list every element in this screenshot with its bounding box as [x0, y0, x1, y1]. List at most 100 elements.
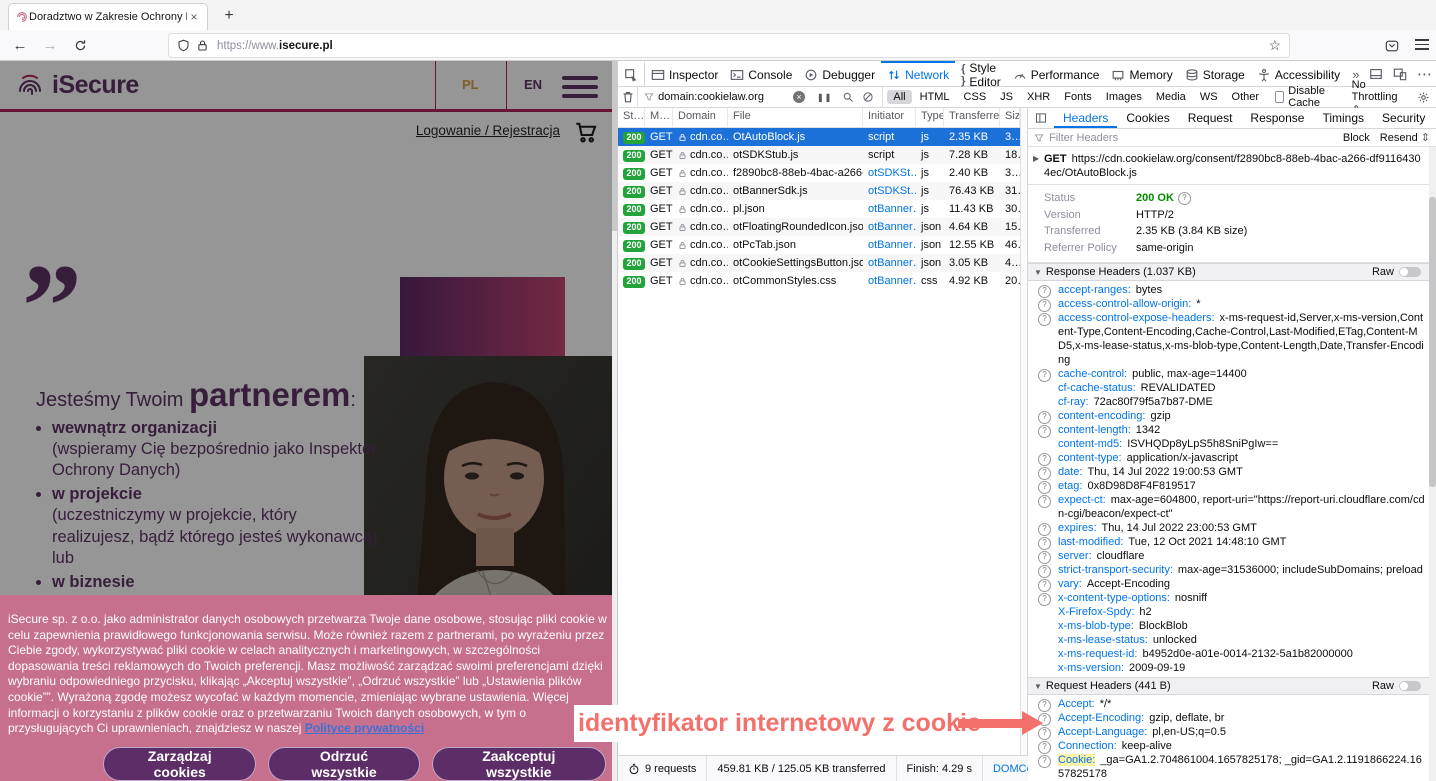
initiator-cell[interactable]: otBanner…	[868, 203, 916, 215]
network-request-row[interactable]: 200 GET cdn.co… otSDKStub.js script js 7…	[618, 146, 1020, 164]
page-scrollbar[interactable]	[612, 61, 617, 781]
initiator-cell[interactable]: otBanner…	[868, 239, 916, 251]
collapse-caret-icon[interactable]	[1034, 268, 1042, 277]
network-request-row[interactable]: 200 GET cdn.co… OtAutoBlock.js script js…	[618, 128, 1020, 146]
details-tab-security[interactable]: Security	[1373, 108, 1434, 128]
details-tab-response[interactable]: Response	[1241, 108, 1313, 128]
help-icon[interactable]	[1038, 313, 1051, 326]
help-icon[interactable]	[1038, 467, 1051, 480]
reload-button[interactable]	[68, 34, 92, 58]
initiator-cell[interactable]: otSDKSt…	[868, 167, 916, 179]
type-filter-pill[interactable]: HTML	[914, 90, 956, 104]
type-filter-pill[interactable]: WS	[1194, 90, 1224, 104]
details-tab-cookies[interactable]: Cookies	[1117, 108, 1178, 128]
disable-cache-checkbox[interactable]: Disable Cache	[1275, 85, 1340, 109]
cookie-consent-button[interactable]: Zaakceptuj wszystkie	[432, 747, 606, 781]
tab-close-icon[interactable]	[187, 10, 201, 24]
type-filter-pill[interactable]: All	[887, 90, 911, 104]
response-headers-section[interactable]: Response Headers (1.037 KB) Raw	[1028, 263, 1429, 281]
initiator-cell[interactable]: otBanner…	[868, 275, 916, 287]
type-filter-pill[interactable]: XHR	[1021, 90, 1056, 104]
details-tab-request[interactable]: Request	[1179, 108, 1242, 128]
network-request-row[interactable]: 200 GET cdn.co… pl.json otBanner… js 11.…	[618, 200, 1020, 218]
search-icon[interactable]	[838, 91, 858, 103]
resend-button[interactable]: Resend	[1380, 131, 1430, 144]
type-filter-pill[interactable]: Images	[1100, 90, 1148, 104]
help-icon[interactable]	[1178, 192, 1191, 205]
network-columns-header[interactable]: St…M… DomainFile InitiatorType Transferr…	[618, 108, 1020, 128]
network-request-row[interactable]: 200 GET cdn.co… otFloatingRoundedIcon.js…	[618, 218, 1020, 236]
request-url-line[interactable]: GEThttps://cdn.cookielaw.org/consent/f28…	[1028, 147, 1429, 185]
initiator-cell[interactable]: otSDKSt…	[868, 185, 916, 197]
cookie-consent-button[interactable]: Odrzuć wszystkie	[268, 747, 419, 781]
type-filter-pill[interactable]: Media	[1150, 90, 1192, 104]
details-tab-headers[interactable]: Headers	[1054, 108, 1117, 128]
help-icon[interactable]	[1038, 537, 1051, 550]
network-settings-gear-icon[interactable]	[1417, 91, 1430, 104]
cookie-consent-button[interactable]: Zarządzaj cookies	[103, 747, 256, 781]
app-menu-icon[interactable]	[1412, 36, 1432, 56]
help-icon[interactable]	[1038, 523, 1051, 536]
pause-traffic-icon[interactable]	[811, 91, 838, 103]
url-bar[interactable]: https://www.isecure.pl	[168, 33, 1290, 58]
help-icon[interactable]	[1038, 299, 1051, 312]
clear-requests-icon[interactable]	[618, 87, 638, 107]
privacy-policy-link[interactable]: Polityce prywatności	[305, 721, 424, 735]
initiator-cell[interactable]: otBanner…	[868, 257, 916, 269]
dock-details-icon[interactable]	[1028, 108, 1054, 128]
type-filter-pill[interactable]: CSS	[958, 90, 993, 104]
url-filter-input[interactable]: domain:cookielaw.org	[638, 91, 811, 103]
block-button[interactable]: Block	[1343, 132, 1370, 144]
help-icon[interactable]	[1038, 699, 1051, 712]
shield-icon[interactable]	[177, 39, 190, 52]
raw-toggle[interactable]	[1399, 267, 1421, 277]
network-request-row[interactable]: 200 GET cdn.co… otCookieSettingsButton.j…	[618, 254, 1020, 272]
help-icon[interactable]	[1038, 481, 1051, 494]
tab-storage[interactable]: Storage	[1179, 61, 1251, 86]
back-button[interactable]	[8, 34, 32, 58]
help-icon[interactable]	[1038, 593, 1051, 606]
help-icon[interactable]	[1038, 579, 1051, 592]
initiator-cell[interactable]: otBanner…	[868, 221, 916, 233]
help-icon[interactable]	[1038, 495, 1051, 508]
help-icon[interactable]	[1038, 551, 1051, 564]
block-requests-icon[interactable]	[858, 91, 878, 103]
help-icon[interactable]	[1038, 285, 1051, 298]
initiator-cell[interactable]: script	[868, 149, 894, 161]
help-icon[interactable]	[1038, 453, 1051, 466]
help-icon[interactable]	[1038, 741, 1051, 754]
help-icon[interactable]	[1038, 565, 1051, 578]
raw-toggle[interactable]	[1399, 681, 1421, 691]
help-icon[interactable]	[1038, 755, 1051, 768]
expand-caret-icon[interactable]	[1033, 152, 1039, 166]
help-icon[interactable]	[1038, 425, 1051, 438]
tab-network[interactable]: Network	[881, 61, 955, 86]
network-request-row[interactable]: 200 GET cdn.co… otBannerSdk.js otSDKSt… …	[618, 182, 1020, 200]
tab-debugger[interactable]: Debugger	[798, 61, 881, 86]
type-filter-pill[interactable]: Fonts	[1058, 90, 1098, 104]
initiator-cell[interactable]: script	[868, 131, 894, 143]
filter-headers-input[interactable]: Filter Headers	[1049, 132, 1118, 144]
type-filter-pill[interactable]: Other	[1226, 90, 1266, 104]
tab-inspector[interactable]: Inspector	[645, 61, 724, 86]
tab-performance[interactable]: Performance	[1007, 61, 1106, 86]
devtools-menu-icon[interactable]	[1413, 63, 1435, 85]
details-scrollbar[interactable]	[1429, 147, 1436, 781]
panel-splitter[interactable]	[1020, 108, 1028, 781]
browser-tab[interactable]: Doradztwo w Zakresie Ochrony Dany	[8, 3, 208, 30]
pocket-icon[interactable]	[1382, 36, 1402, 56]
tab-console[interactable]: Console	[724, 61, 798, 86]
collapse-caret-icon[interactable]	[1034, 682, 1042, 691]
forward-button[interactable]	[38, 34, 62, 58]
network-request-row[interactable]: 200 GET cdn.co… f2890bc8-88eb-4bac-a266-…	[618, 164, 1020, 182]
request-headers-section[interactable]: Request Headers (441 B) Raw	[1028, 677, 1429, 695]
clear-filter-icon[interactable]	[793, 91, 805, 103]
help-icon[interactable]	[1038, 411, 1051, 424]
lock-icon[interactable]	[196, 39, 209, 52]
details-tab-timings[interactable]: Timings	[1313, 108, 1373, 128]
pick-element-icon[interactable]	[618, 61, 645, 86]
tab-accessibility[interactable]: Accessibility	[1251, 61, 1346, 86]
tab-style-editor[interactable]: { }Style Editor	[955, 61, 1007, 86]
new-tab-button[interactable]	[218, 5, 240, 27]
help-icon[interactable]	[1038, 369, 1051, 382]
